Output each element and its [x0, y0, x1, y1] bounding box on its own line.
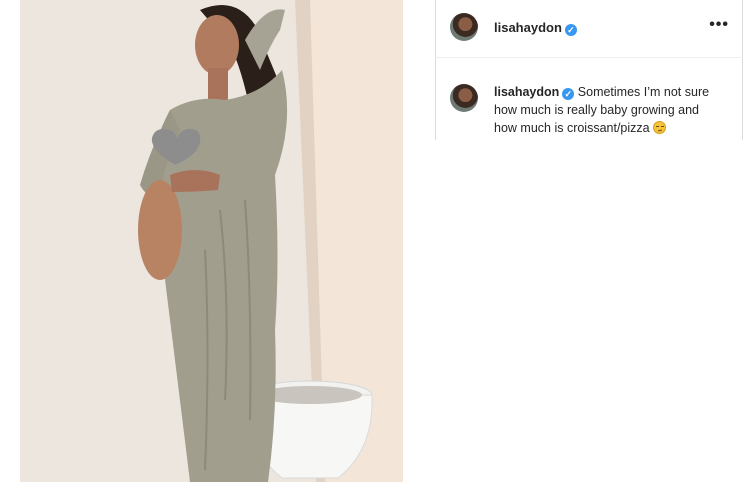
post-photo[interactable]: [20, 0, 403, 482]
caption-username[interactable]: lisahaydon: [494, 85, 559, 99]
post-caption: lisahaydon ✓ Sometimes I’m not sure how m…: [494, 83, 724, 137]
caption-area: lisahaydon ✓ Sometimes I’m not sure how m…: [435, 0, 745, 486]
caption-avatar[interactable]: [450, 84, 478, 112]
caption-verified-badge-icon: ✓: [562, 88, 575, 100]
photo-illustration: [20, 0, 403, 482]
smirking-face-icon: [653, 121, 667, 134]
